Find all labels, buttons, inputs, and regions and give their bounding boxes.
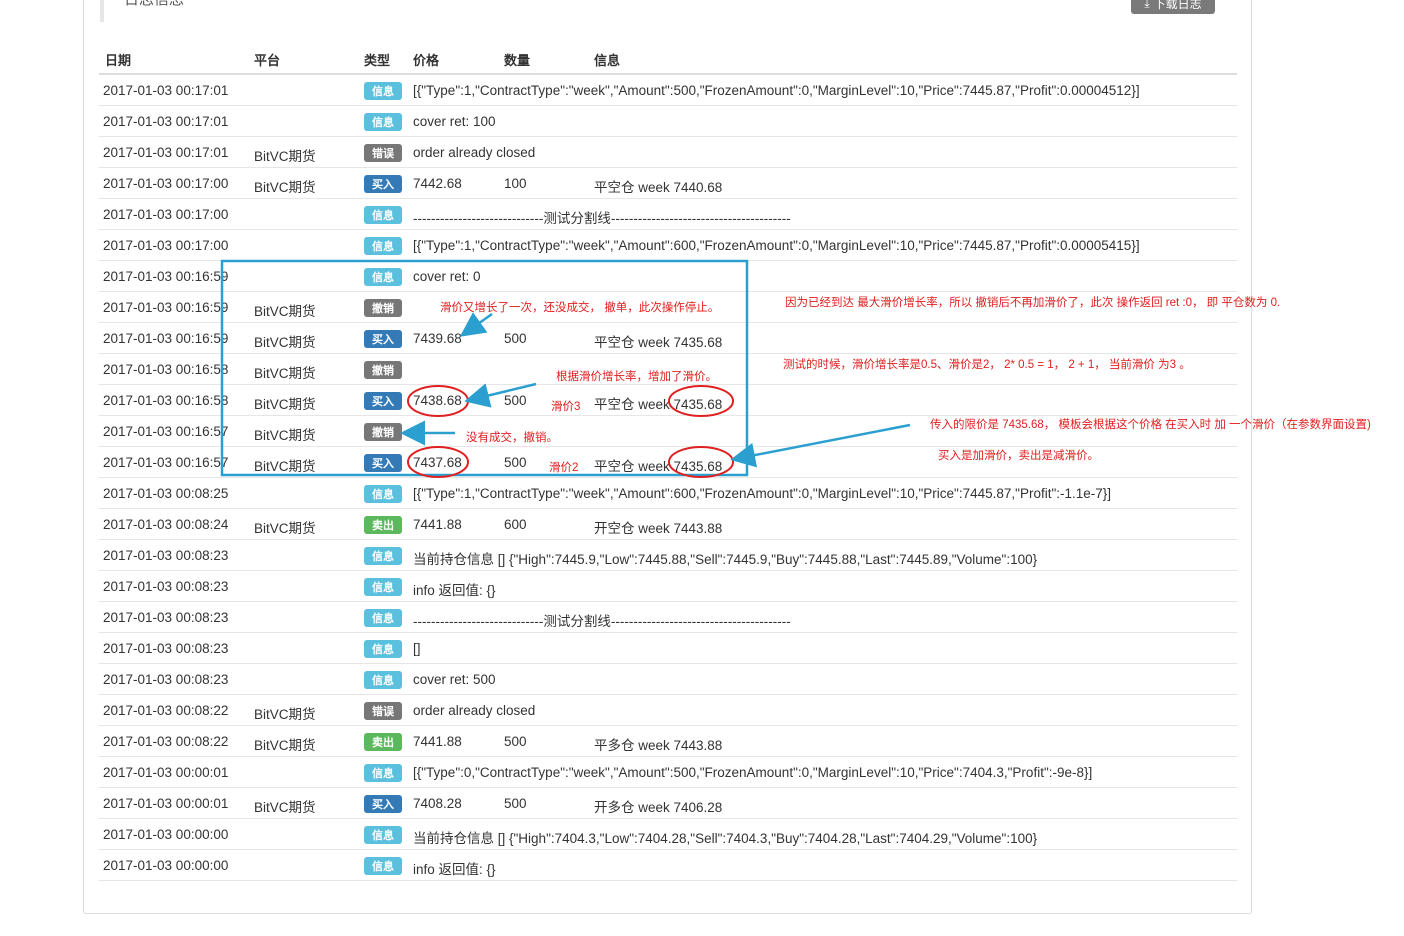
note-increase: 根据滑价增长率，增加了滑价。 — [556, 371, 717, 383]
circle-limit-price-1 — [668, 385, 734, 417]
arrow-increase — [464, 382, 537, 408]
note-max-slippage: 因为已经到达 最大滑价增长率，所以 撤销后不再加滑价了，此次 操作返回 ret … — [785, 297, 1281, 309]
note-buy-sell: 买入是加滑价，卖出是减滑价。 — [938, 450, 1099, 462]
note-slippage-again: 滑价又增长了一次，还没成交， 撤单，此次操作停止。 — [440, 302, 720, 314]
note-limit-price: 传入的限价是 7435.68， 模板会根据这个价格 在买入时 加 一个滑价（在参… — [930, 419, 1371, 431]
circle-price-7438 — [407, 385, 469, 417]
note-slip2: 滑价2 — [549, 462, 579, 474]
arrow-slippage-again — [459, 312, 493, 337]
note-not-filled: 没有成交，撤销。 — [466, 432, 558, 444]
annotation-overlay — [220, 259, 911, 478]
note-slip3: 滑价3 — [551, 401, 581, 413]
circle-price-7437 — [407, 446, 469, 478]
note-test-params: 测试的时候，滑价增长率是0.5、滑价是2， 2* 0.5 = 1， 2 + 1，… — [783, 359, 1191, 371]
arrow-limit-price — [730, 423, 911, 468]
circle-limit-price-2 — [668, 446, 734, 478]
